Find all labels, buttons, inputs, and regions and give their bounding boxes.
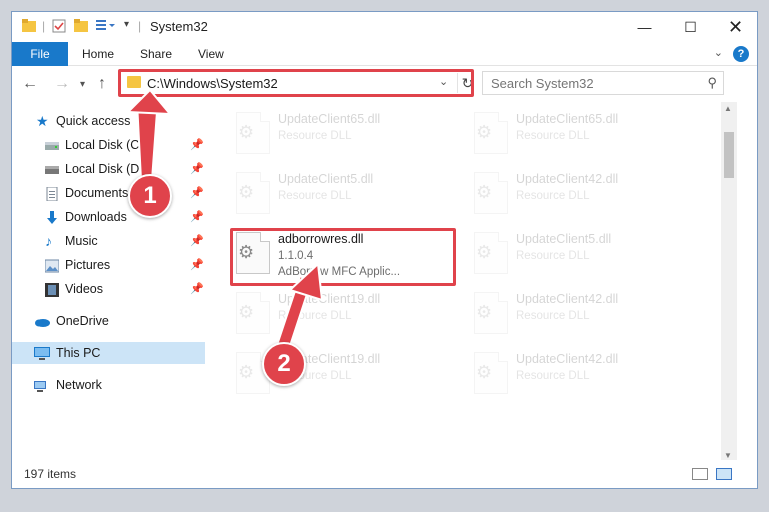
annotation-arrows <box>127 89 323 353</box>
step-2-badge: 2 <box>262 342 306 386</box>
step-1-badge: 1 <box>128 174 172 218</box>
arrow-head-1 <box>127 89 171 115</box>
